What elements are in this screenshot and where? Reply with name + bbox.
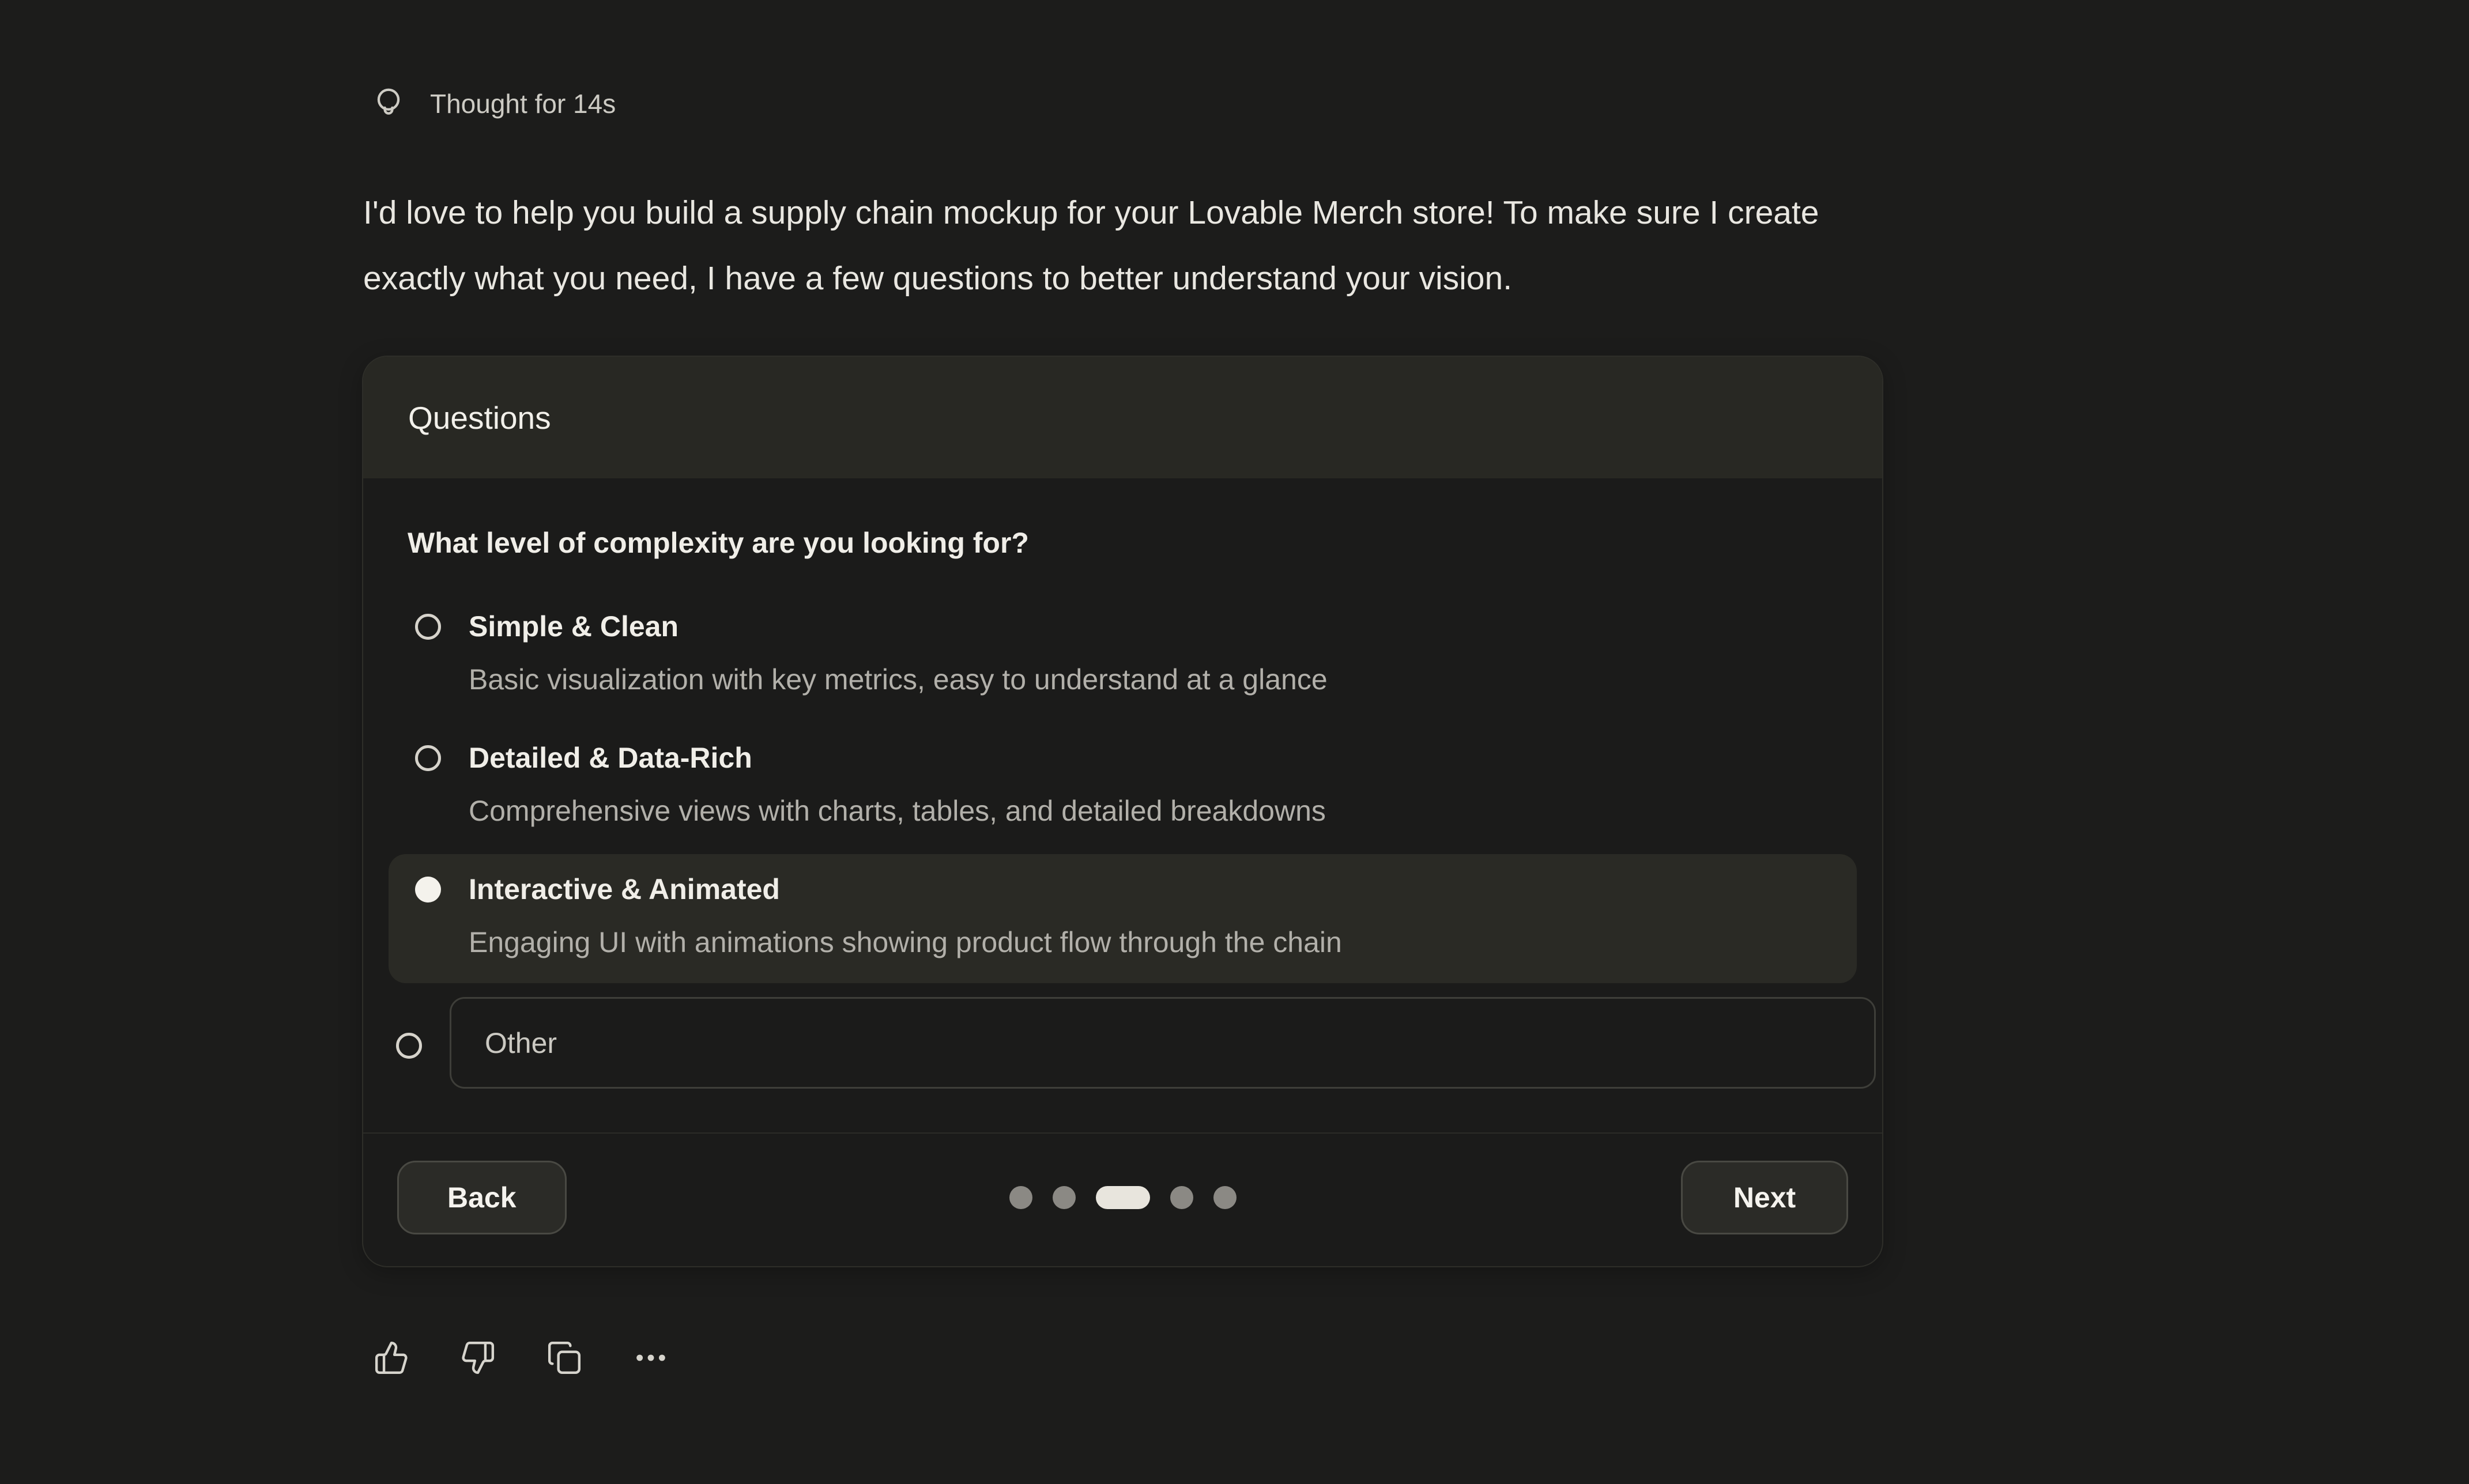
chat-page: Thought for 14s I'd love to help you bui… bbox=[0, 0, 2469, 1484]
options-list: Simple & Clean Basic visualization with … bbox=[389, 591, 1857, 1089]
more-options-icon bbox=[633, 1340, 669, 1376]
thought-label: Thought for 14s bbox=[430, 88, 616, 119]
pagination-dot bbox=[1170, 1186, 1193, 1209]
pagination-dot bbox=[1053, 1186, 1076, 1209]
questions-card-footer: Back Next bbox=[363, 1132, 1882, 1262]
thought-toggle[interactable]: Thought for 14s bbox=[370, 85, 616, 122]
option-description: Basic visualization with key metrics, ea… bbox=[469, 662, 1328, 697]
thumbs-down-button[interactable] bbox=[460, 1335, 496, 1381]
option-title: Interactive & Animated bbox=[469, 871, 1342, 907]
thumbs-up-button[interactable] bbox=[374, 1335, 409, 1381]
radio-selected-icon[interactable] bbox=[415, 877, 441, 903]
card-title: Questions bbox=[408, 399, 551, 436]
message-line-2: exactly what you need, I have a few ques… bbox=[363, 246, 1819, 311]
lightbulb-icon bbox=[370, 85, 407, 122]
copy-icon bbox=[546, 1340, 582, 1376]
question-text: What level of complexity are you looking… bbox=[408, 526, 1838, 560]
other-option-input[interactable] bbox=[450, 997, 1876, 1089]
questions-card-header: Questions bbox=[363, 357, 1882, 478]
option-detailed-data-rich[interactable]: Detailed & Data-Rich Comprehensive views… bbox=[389, 723, 1857, 852]
pagination-dot bbox=[1213, 1186, 1237, 1209]
option-simple-clean[interactable]: Simple & Clean Basic visualization with … bbox=[389, 591, 1857, 720]
option-other bbox=[370, 997, 1876, 1089]
next-button[interactable]: Next bbox=[1681, 1161, 1848, 1234]
message-line-1: I'd love to help you build a supply chai… bbox=[363, 180, 1819, 246]
pagination-dot-active bbox=[1096, 1186, 1150, 1209]
more-options-button[interactable] bbox=[633, 1335, 669, 1381]
option-description: Comprehensive views with charts, tables,… bbox=[469, 793, 1326, 829]
pagination-dot bbox=[1009, 1186, 1032, 1209]
copy-button[interactable] bbox=[546, 1335, 582, 1381]
pagination-dots bbox=[1009, 1186, 1237, 1209]
back-button[interactable]: Back bbox=[397, 1161, 567, 1234]
radio-unselected-icon[interactable] bbox=[415, 614, 441, 640]
message-actions bbox=[374, 1335, 669, 1381]
radio-unselected-icon[interactable] bbox=[396, 1033, 422, 1059]
questions-card: Questions What level of complexity are y… bbox=[362, 356, 1883, 1267]
option-title: Detailed & Data-Rich bbox=[469, 740, 1326, 776]
thumbs-down-icon bbox=[460, 1340, 496, 1376]
questions-card-body: What level of complexity are you looking… bbox=[363, 526, 1882, 1089]
option-title: Simple & Clean bbox=[469, 609, 1328, 644]
option-interactive-animated[interactable]: Interactive & Animated Engaging UI with … bbox=[389, 854, 1857, 983]
radio-unselected-icon[interactable] bbox=[415, 745, 441, 771]
assistant-message: I'd love to help you build a supply chai… bbox=[363, 180, 1819, 311]
option-description: Engaging UI with animations showing prod… bbox=[469, 924, 1342, 960]
thumbs-up-icon bbox=[374, 1340, 409, 1376]
